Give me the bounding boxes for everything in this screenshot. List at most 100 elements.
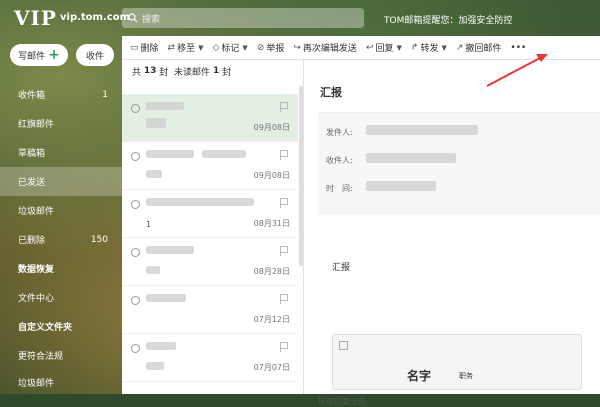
select-radio[interactable]: [131, 152, 140, 161]
sidebar-item-label: 草稿箱: [18, 149, 46, 159]
flag-icon[interactable]: [280, 198, 288, 208]
select-radio[interactable]: [131, 200, 140, 209]
toolbar: ▭ 删除 ⇄ 移至 ▼ ◇ 标记 ▼ ⊘ 举报 ↪ 再次编辑发送 ↩ 回复 ▼ ↱ 转发 ▼ ↗ 撤回邮…: [122, 36, 600, 60]
mark-button[interactable]: ◇ 标记 ▼: [212, 41, 248, 55]
select-radio[interactable]: [131, 296, 140, 305]
signature-name: 名字: [407, 369, 432, 383]
select-radio[interactable]: [131, 248, 140, 257]
sidebar-item-label: 数据恢复: [18, 265, 55, 275]
list-item[interactable]: 07月12日: [122, 286, 298, 334]
sidebar-item-label: 已删除: [18, 236, 46, 246]
sidebar-item-flagged[interactable]: 红旗邮件: [0, 109, 122, 138]
total-prefix: 共: [132, 67, 142, 78]
redacted-subject: [146, 362, 164, 370]
sidebar-item-sent[interactable]: 已发送: [0, 167, 122, 196]
block-icon: ⊘: [256, 42, 265, 53]
vip-logo[interactable]: VIP: [14, 6, 57, 30]
sidebar-item-label: 收件箱: [18, 91, 46, 101]
select-radio[interactable]: [131, 104, 140, 113]
sidebar-item-label: 红旗邮件: [18, 120, 55, 130]
chevron-down-icon: ▼: [198, 43, 204, 52]
sidebar-item-drafts[interactable]: 草稿箱: [0, 138, 122, 167]
more-button[interactable]: •••: [510, 43, 526, 53]
sidebar-item-label: 垃圾邮件: [18, 379, 55, 389]
chevron-down-icon: ▼: [242, 43, 248, 52]
report-label: 举报: [266, 44, 285, 54]
report-button[interactable]: ⊘ 举报: [256, 41, 285, 55]
redacted-sender: [146, 294, 186, 302]
receive-button[interactable]: 收件: [76, 44, 114, 66]
forward-label: 转发: [420, 44, 439, 54]
redacted-sender: [146, 102, 184, 110]
mail-subject-title: 汇报: [320, 86, 342, 99]
reply-icon: ↩: [365, 42, 374, 53]
redacted-sender: [146, 150, 194, 158]
sidebar-item-label: 垃圾邮件: [18, 207, 55, 217]
quick-reply-all[interactable]: 快速回复全部: [318, 396, 366, 407]
move-label: 移至: [177, 44, 196, 54]
sidebar-item-custom-folders[interactable]: 自定义文件夹: [0, 312, 122, 341]
security-notice[interactable]: TOM邮箱提醒您：加强安全防控: [384, 13, 512, 26]
unread-suffix: 封: [222, 67, 232, 78]
mail-date: 08月31日: [253, 219, 290, 228]
to-label: 收件人:: [326, 156, 353, 165]
sidebar-item-data-recovery[interactable]: 数据恢复: [0, 254, 122, 283]
top-bar: VIP vip.tom.com 搜索 TOM邮箱提醒您：加强安全防控: [0, 0, 600, 36]
flag-icon[interactable]: [280, 294, 288, 304]
recall-button[interactable]: ↗ 撤回邮件: [455, 41, 502, 55]
time-label: 时 间:: [326, 184, 353, 193]
flag-icon[interactable]: [280, 102, 288, 112]
search-box[interactable]: 搜索: [122, 8, 364, 28]
reedit-icon: ↪: [293, 42, 301, 53]
flag-icon[interactable]: [280, 150, 288, 160]
list-item[interactable]: 09月08日: [122, 142, 298, 190]
sidebar-item-label: 文件中心: [18, 294, 55, 304]
list-item[interactable]: 08月28日: [122, 238, 298, 286]
redacted-subject: [146, 118, 166, 128]
mail-date: 07月12日: [253, 315, 290, 324]
list-item[interactable]: 1 08月31日: [122, 190, 298, 238]
redacted-from: [366, 125, 478, 135]
forward-button[interactable]: ↱ 转发 ▼: [411, 41, 447, 55]
chevron-down-icon: ▼: [396, 43, 402, 52]
compose-button[interactable]: 写邮件 +: [10, 44, 68, 66]
mail-meta: 发件人: 收件人: 时 间:: [318, 112, 600, 214]
mail-date: 09月08日: [253, 123, 290, 132]
chevron-down-icon: ▼: [441, 43, 447, 52]
move-icon: ⇄: [167, 42, 176, 53]
reply-button[interactable]: ↩ 回复 ▼: [365, 41, 402, 55]
mark-label: 标记: [221, 44, 240, 54]
redacted-sender: [202, 150, 246, 158]
recall-icon: ↗: [455, 42, 464, 53]
reedit-label: 再次编辑发送: [302, 44, 357, 54]
move-button[interactable]: ⇄ 移至 ▼: [167, 41, 204, 55]
delete-button[interactable]: ▭ 删除: [130, 41, 159, 55]
sidebar-item-spam[interactable]: 垃圾邮件: [0, 196, 122, 225]
plus-icon: +: [48, 47, 60, 63]
mail-list: 共 13 封 未读邮件 1 封 09月08日 09月08日 1 08月31日 0…: [122, 60, 304, 394]
sidebar-item-spam-2[interactable]: 垃圾邮件: [0, 368, 122, 397]
broken-image-icon: [339, 341, 348, 350]
redacted-subject: [146, 170, 162, 178]
deleted-count: 150: [90, 234, 108, 245]
sidebar-item-file-center[interactable]: 文件中心: [0, 283, 122, 312]
sidebar-item-deleted[interactable]: 已删除 150: [0, 225, 122, 254]
redacted-time: [366, 181, 436, 191]
redacted-to: [366, 153, 456, 163]
list-scrollbar[interactable]: [299, 86, 303, 266]
select-radio[interactable]: [131, 344, 140, 353]
mail-date: 07月07日: [253, 363, 290, 372]
total-suffix: 封: [159, 67, 169, 78]
tag-icon: ◇: [212, 42, 220, 53]
sidebar-item-label: 自定义文件夹: [18, 323, 73, 333]
list-item[interactable]: 09月08日: [122, 94, 298, 142]
sidebar-item-inbox[interactable]: 收件箱 1: [0, 80, 122, 109]
from-label: 发件人:: [326, 128, 353, 137]
flag-icon[interactable]: [280, 246, 288, 256]
delete-label: 删除: [140, 44, 159, 54]
list-item[interactable]: 07月07日: [122, 334, 298, 382]
reedit-send-button[interactable]: ↪ 再次编辑发送: [293, 41, 357, 55]
sidebar-item-folder[interactable]: 更符合法规: [0, 341, 122, 370]
flag-icon[interactable]: [280, 342, 288, 352]
mail-body: 汇报: [332, 263, 351, 273]
